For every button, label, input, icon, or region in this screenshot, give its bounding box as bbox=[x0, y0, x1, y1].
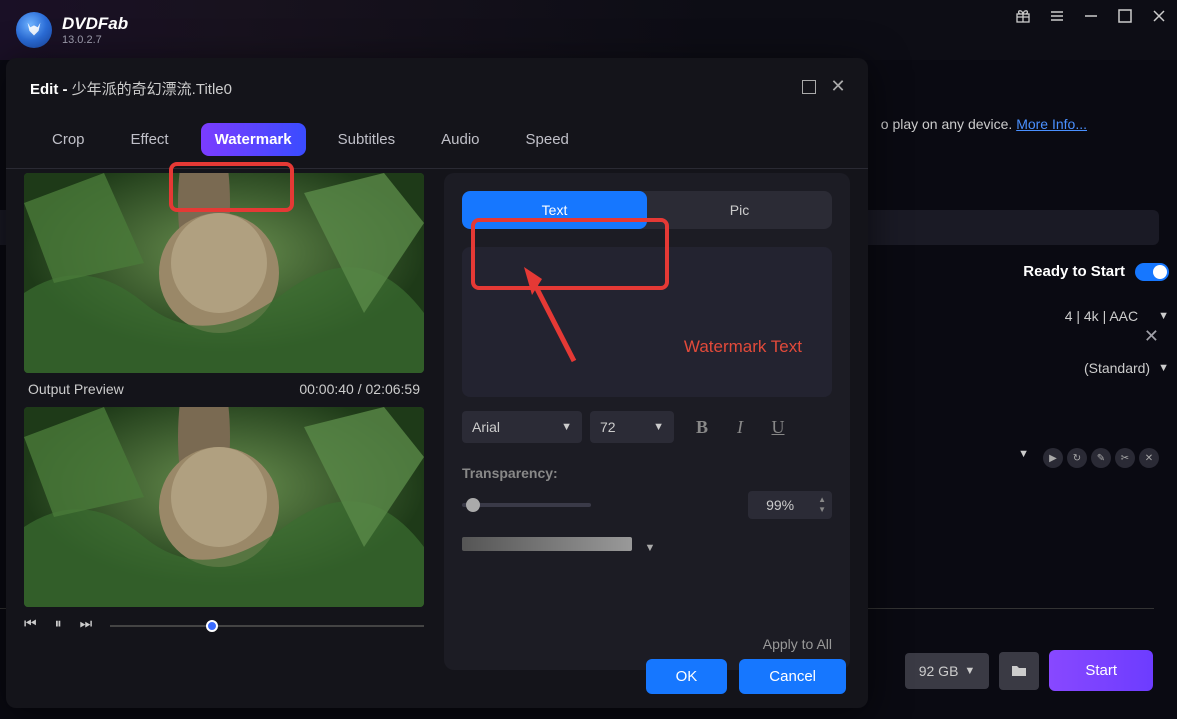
prev-frame-icon[interactable]: ⏮ bbox=[24, 615, 37, 632]
close-icon[interactable] bbox=[1151, 8, 1167, 24]
chevron-down-icon: ▼ bbox=[561, 421, 572, 433]
pause-icon[interactable]: ⏸ bbox=[55, 615, 62, 632]
transparency-slider[interactable] bbox=[462, 503, 591, 507]
gift-icon[interactable] bbox=[1015, 8, 1031, 24]
ok-button[interactable]: OK bbox=[646, 659, 728, 694]
maximize-icon[interactable] bbox=[1117, 8, 1133, 24]
folder-button[interactable] bbox=[999, 652, 1039, 690]
edit-dialog: Edit - 少年派的奇幻漂流.Title0 ✕ Crop Effect Wat… bbox=[6, 58, 868, 708]
spin-up-icon[interactable]: ▲ bbox=[818, 495, 826, 505]
edit-action-icon[interactable]: ✎ bbox=[1091, 448, 1111, 468]
timecode: 00:00:40 / 02:06:59 bbox=[299, 381, 420, 397]
ready-toggle[interactable] bbox=[1135, 263, 1169, 281]
spin-down-icon[interactable]: ▼ bbox=[818, 505, 826, 515]
codec-selector[interactable]: 4 | 4k | AAC▼ bbox=[1065, 308, 1169, 324]
underline-button[interactable]: U bbox=[764, 413, 792, 441]
italic-button[interactable]: I bbox=[726, 413, 754, 441]
chevron-down-icon: ▼ bbox=[653, 421, 664, 433]
chevron-down-icon: ▼ bbox=[1158, 362, 1169, 374]
watermark-text-placeholder: Watermark Text bbox=[684, 337, 802, 357]
timeline-handle[interactable] bbox=[206, 620, 218, 632]
tab-effect[interactable]: Effect bbox=[117, 123, 183, 156]
font-select[interactable]: Arial▼ bbox=[462, 411, 582, 443]
slider-handle[interactable] bbox=[466, 498, 480, 512]
ready-label: Ready to Start bbox=[1023, 263, 1125, 280]
seg-pic[interactable]: Pic bbox=[647, 191, 832, 229]
app-logo bbox=[16, 12, 52, 48]
app-version: 13.0.2.7 bbox=[62, 34, 128, 46]
preview-column: Output Preview 00:00:40 / 02:06:59 ⏮ bbox=[24, 173, 424, 670]
apply-to-all-link[interactable]: Apply to All bbox=[462, 636, 832, 652]
output-preview-label: Output Preview bbox=[28, 381, 124, 397]
menu-icon[interactable] bbox=[1049, 8, 1065, 24]
dialog-maximize-icon[interactable] bbox=[802, 80, 816, 94]
tab-speed[interactable]: Speed bbox=[512, 123, 583, 156]
tab-watermark[interactable]: Watermark bbox=[201, 123, 306, 156]
item-close-icon[interactable]: ✕ bbox=[1144, 326, 1159, 347]
remove-action-icon[interactable]: ✕ bbox=[1139, 448, 1159, 468]
tab-audio[interactable]: Audio bbox=[427, 123, 493, 156]
timeline-slider[interactable] bbox=[110, 620, 424, 632]
watermark-panel: Text Pic Watermark Text Arial▼ 72▼ B I U bbox=[444, 173, 850, 670]
preview-before bbox=[24, 173, 424, 373]
app-topbar: DVDFab 13.0.2.7 bbox=[0, 0, 1177, 60]
minimize-icon[interactable] bbox=[1083, 8, 1099, 24]
watermark-type-segment: Text Pic bbox=[462, 191, 832, 229]
action-icon-row: ▼ ▶ ↻ ✎ ✂ ✕ bbox=[1018, 448, 1159, 468]
start-button[interactable]: Start bbox=[1049, 650, 1153, 691]
font-size-select[interactable]: 72▼ bbox=[590, 411, 674, 443]
refresh-action-icon[interactable]: ↻ bbox=[1067, 448, 1087, 468]
size-selector[interactable]: 92 GB▼ bbox=[905, 653, 990, 689]
edit-tabs: Crop Effect Watermark Subtitles Audio Sp… bbox=[6, 113, 868, 169]
fox-icon bbox=[23, 19, 45, 41]
tab-subtitles[interactable]: Subtitles bbox=[324, 123, 410, 156]
seg-text[interactable]: Text bbox=[462, 191, 647, 229]
annotation-arrow-icon bbox=[514, 261, 594, 371]
play-action-icon[interactable]: ▶ bbox=[1043, 448, 1063, 468]
mode-selector[interactable]: (Standard)▼ bbox=[1084, 360, 1169, 376]
chevron-down-icon: ▼ bbox=[964, 665, 975, 677]
tab-crop[interactable]: Crop bbox=[38, 123, 99, 156]
dialog-title: Edit - 少年派的奇幻漂流.Title0 bbox=[30, 78, 232, 99]
cut-action-icon[interactable]: ✂ bbox=[1115, 448, 1135, 468]
transparency-label: Transparency: bbox=[462, 465, 832, 481]
bg-description: o play on any device. More Info... bbox=[881, 116, 1087, 132]
dialog-close-icon[interactable]: ✕ bbox=[828, 76, 848, 96]
chevron-down-icon: ▼ bbox=[1158, 310, 1169, 322]
player-controls: ⏮ ⏸ ⏭ bbox=[24, 607, 424, 640]
watermark-preview-box[interactable]: Watermark Text bbox=[462, 247, 832, 397]
chevron-down-icon[interactable]: ▼ bbox=[1018, 448, 1029, 468]
next-frame-icon[interactable]: ⏭ bbox=[80, 615, 93, 632]
bold-button[interactable]: B bbox=[688, 413, 716, 441]
app-name: DVDFab bbox=[62, 14, 128, 34]
color-gradient-picker[interactable] bbox=[462, 537, 632, 551]
preview-after bbox=[24, 407, 424, 607]
more-info-link[interactable]: More Info... bbox=[1016, 116, 1087, 132]
cancel-button[interactable]: Cancel bbox=[739, 659, 846, 694]
chevron-down-icon[interactable]: ▼ bbox=[644, 542, 655, 554]
transparency-spinner[interactable]: 99% ▲▼ bbox=[748, 491, 832, 519]
